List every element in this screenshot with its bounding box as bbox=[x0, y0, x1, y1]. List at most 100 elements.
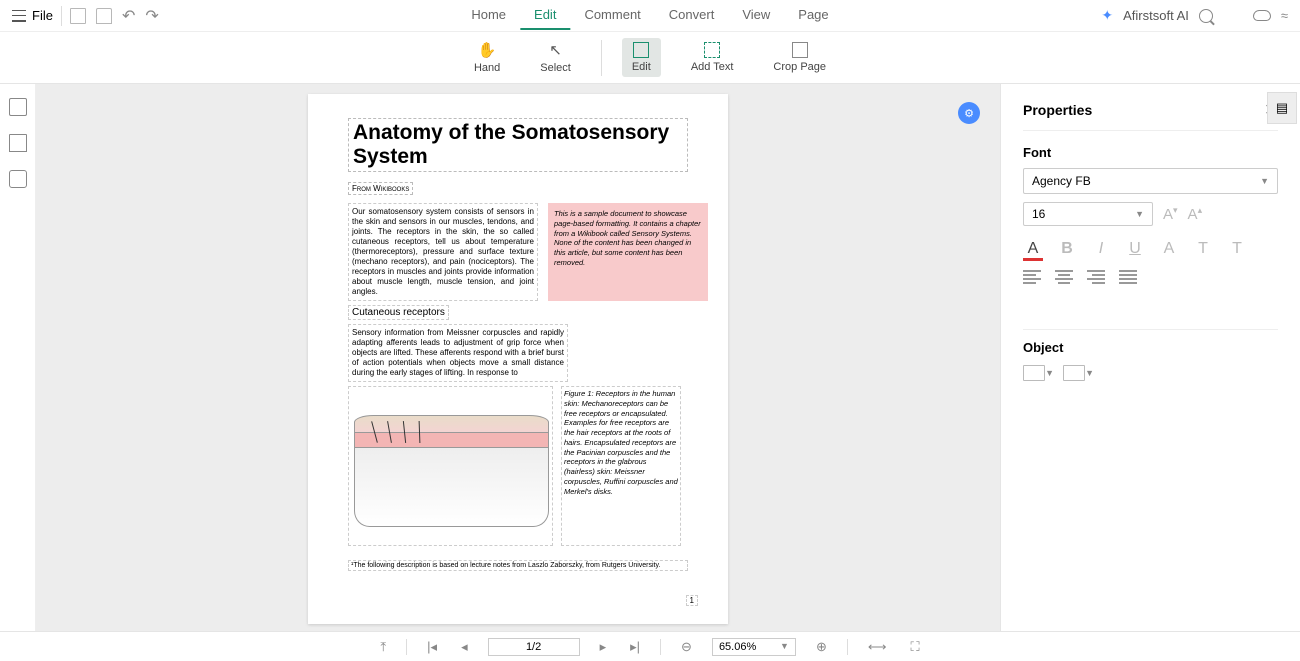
separator bbox=[406, 639, 407, 655]
comments-icon[interactable] bbox=[9, 170, 27, 188]
page-title[interactable]: Anatomy of the Somatosensory System bbox=[348, 118, 688, 172]
print-icon[interactable] bbox=[96, 8, 112, 24]
canvas[interactable]: ⚙ Anatomy of the Somatosensory System Fr… bbox=[36, 84, 1000, 631]
edit-tool[interactable]: Edit bbox=[622, 38, 661, 77]
heading-2[interactable]: Cutaneous receptors bbox=[348, 305, 449, 320]
scroll-top-icon[interactable]: ⤒ bbox=[376, 639, 390, 655]
select-label: Select bbox=[540, 62, 571, 74]
cloud-icon[interactable] bbox=[1253, 10, 1271, 21]
decrease-font-icon[interactable]: A▾ bbox=[1163, 205, 1178, 223]
main-tabs: Home Edit Comment Convert View Page bbox=[457, 1, 842, 30]
subscript-icon[interactable]: T bbox=[1227, 240, 1247, 258]
search-icon[interactable] bbox=[1199, 9, 1213, 23]
zoom-dropdown[interactable]: 65.06% ▼ bbox=[712, 638, 796, 656]
hand-tool[interactable]: ✋ Hand bbox=[464, 37, 510, 78]
panel-title: Properties bbox=[1023, 102, 1092, 118]
thumbnails-icon[interactable] bbox=[9, 98, 27, 116]
separator bbox=[660, 639, 661, 655]
last-page-icon[interactable]: ▸| bbox=[626, 639, 644, 655]
redo-icon[interactable]: ↷ bbox=[145, 6, 158, 26]
tab-view[interactable]: View bbox=[728, 1, 784, 30]
callout-box[interactable]: This is a sample document to showcase pa… bbox=[548, 203, 708, 301]
top-menu-bar: File ↶ ↷ Home Edit Comment Convert View … bbox=[0, 0, 1300, 32]
bold-icon[interactable]: B bbox=[1057, 240, 1077, 258]
separator bbox=[847, 639, 848, 655]
add-text-icon bbox=[704, 42, 720, 58]
sparkle-icon: ✦ bbox=[1101, 7, 1113, 24]
object-section-label: Object bbox=[1023, 340, 1278, 355]
select-tool[interactable]: ↖ Select bbox=[530, 37, 581, 78]
properties-panel: ▤ Properties ✕ Font Agency FB ▼ 16 ▼ A▾ … bbox=[1000, 84, 1300, 631]
save-icon[interactable] bbox=[70, 8, 86, 24]
align-object-icon[interactable]: ▼ bbox=[1063, 365, 1085, 381]
quick-actions: ↶ ↷ bbox=[61, 6, 159, 26]
first-page-icon[interactable]: |◂ bbox=[423, 639, 441, 655]
superscript-icon[interactable]: T bbox=[1193, 240, 1213, 258]
document-page[interactable]: Anatomy of the Somatosensory System From… bbox=[308, 94, 728, 624]
ai-group: ✦ Afirstsoft AI ≈ bbox=[1101, 7, 1288, 24]
next-page-icon[interactable]: ▸ bbox=[596, 639, 611, 655]
zoom-out-icon[interactable]: ⊖ bbox=[677, 639, 696, 655]
tab-convert[interactable]: Convert bbox=[655, 1, 729, 30]
arrange-icon[interactable]: ▼ bbox=[1023, 365, 1045, 381]
underline-icon[interactable]: U bbox=[1125, 240, 1145, 258]
font-family-dropdown[interactable]: Agency FB ▼ bbox=[1023, 168, 1278, 194]
chevron-down-icon: ▼ bbox=[780, 641, 789, 653]
hand-label: Hand bbox=[474, 62, 500, 74]
increase-font-icon[interactable]: A▴ bbox=[1188, 205, 1203, 223]
tab-edit[interactable]: Edit bbox=[520, 1, 570, 30]
font-size-value: 16 bbox=[1032, 207, 1045, 221]
crop-label: Crop Page bbox=[773, 61, 826, 73]
collapse-icon[interactable]: ≈ bbox=[1281, 8, 1288, 23]
edit-label: Edit bbox=[632, 61, 651, 73]
page-number: 1 bbox=[686, 595, 698, 606]
align-center-icon[interactable] bbox=[1055, 270, 1073, 284]
file-menu[interactable]: File bbox=[12, 8, 53, 23]
left-rail bbox=[0, 84, 36, 631]
workspace: ⚙ Anatomy of the Somatosensory System Fr… bbox=[0, 84, 1300, 631]
paragraph-1[interactable]: Our somatosensory system consists of sen… bbox=[348, 203, 538, 301]
align-right-icon[interactable] bbox=[1087, 270, 1105, 284]
italic-icon[interactable]: I bbox=[1091, 240, 1111, 258]
undo-icon[interactable]: ↶ bbox=[122, 6, 135, 26]
strikethrough-icon[interactable]: A bbox=[1159, 240, 1179, 258]
tab-home[interactable]: Home bbox=[457, 1, 520, 30]
zoom-in-icon[interactable]: ⊕ bbox=[812, 639, 831, 655]
font-size-dropdown[interactable]: 16 ▼ bbox=[1023, 202, 1153, 226]
font-color-icon[interactable]: A bbox=[1023, 240, 1043, 258]
file-label: File bbox=[32, 8, 53, 23]
prev-page-icon[interactable]: ◂ bbox=[457, 639, 472, 655]
figure-caption[interactable]: Figure 1: Receptors in the human skin: M… bbox=[561, 386, 681, 546]
cursor-icon: ↖ bbox=[546, 41, 566, 59]
crop-icon bbox=[792, 42, 808, 58]
figure-skin-diagram[interactable] bbox=[348, 386, 553, 546]
hand-icon: ✋ bbox=[477, 41, 497, 59]
align-left-icon[interactable] bbox=[1023, 270, 1041, 284]
translate-badge-icon[interactable]: ⚙ bbox=[958, 102, 980, 124]
ai-label[interactable]: Afirstsoft AI bbox=[1123, 8, 1189, 23]
page-subtitle[interactable]: From Wikibooks bbox=[348, 182, 413, 195]
chevron-down-icon: ▼ bbox=[1260, 176, 1269, 186]
align-justify-icon[interactable] bbox=[1119, 270, 1137, 284]
status-bar: ⤒ |◂ ◂ ▸ ▸| ⊖ 65.06% ▼ ⊕ ⟷ ⛶ bbox=[0, 631, 1300, 661]
separator bbox=[601, 40, 602, 76]
fit-page-icon[interactable]: ⛶ bbox=[906, 639, 923, 655]
crop-tool[interactable]: Crop Page bbox=[763, 38, 836, 77]
add-text-tool[interactable]: Add Text bbox=[681, 38, 744, 77]
font-family-value: Agency FB bbox=[1032, 174, 1091, 188]
panel-toggle-icon[interactable]: ▤ bbox=[1267, 92, 1297, 124]
font-section-label: Font bbox=[1023, 145, 1278, 160]
footnote[interactable]: ¹The following description is based on l… bbox=[348, 560, 688, 571]
zoom-value: 65.06% bbox=[719, 641, 756, 653]
add-text-label: Add Text bbox=[691, 61, 734, 73]
page-indicator-input[interactable] bbox=[488, 638, 580, 656]
fit-width-icon[interactable]: ⟷ bbox=[864, 639, 891, 655]
chevron-down-icon: ▼ bbox=[1135, 209, 1144, 219]
edit-icon bbox=[633, 42, 649, 58]
hamburger-icon bbox=[12, 10, 26, 22]
bookmarks-icon[interactable] bbox=[9, 134, 27, 152]
paragraph-2[interactable]: Sensory information from Meissner corpus… bbox=[348, 324, 568, 382]
tab-page[interactable]: Page bbox=[784, 1, 842, 30]
tab-comment[interactable]: Comment bbox=[570, 1, 654, 30]
edit-toolbar: ✋ Hand ↖ Select Edit Add Text Crop Page bbox=[0, 32, 1300, 84]
